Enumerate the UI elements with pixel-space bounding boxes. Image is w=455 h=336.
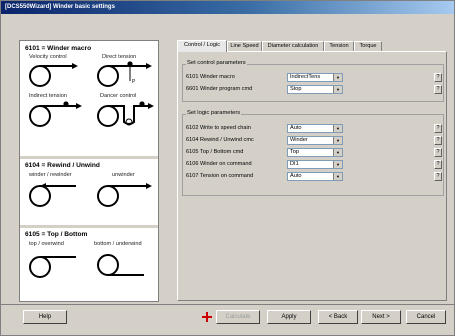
param-label-6601: 6601 Winder program cmd xyxy=(186,86,253,92)
winder-program-select[interactable]: Stop ▼ xyxy=(287,85,343,94)
select-value: Top xyxy=(290,149,300,155)
velocity-control-label: Velocity control xyxy=(29,54,67,60)
unwinder-label: unwinder xyxy=(112,172,135,178)
help-button[interactable]: Help xyxy=(23,310,67,324)
winder-rewinder-label: winder / rewinder xyxy=(29,172,72,178)
select-value: Stop xyxy=(290,86,302,92)
chevron-down-icon[interactable]: ▼ xyxy=(333,161,342,168)
cancel-button[interactable]: Cancel xyxy=(406,310,446,324)
velocity-control-diagram xyxy=(29,63,78,87)
select-value: Auto xyxy=(290,173,302,179)
winder-diagram xyxy=(29,183,76,207)
control-parameters-group xyxy=(182,64,444,102)
direct-tension-label: Direct tension xyxy=(102,54,137,60)
dancer-control-diagram xyxy=(97,101,154,127)
help-6102-button[interactable]: ? xyxy=(434,124,442,133)
help-6601-button[interactable]: ? xyxy=(434,85,442,94)
back-button[interactable]: < Back xyxy=(318,310,358,324)
indirect-tension-label: Indirect tension xyxy=(29,93,67,99)
chevron-down-icon[interactable]: ▼ xyxy=(333,149,342,156)
rewind-unwind-select[interactable]: Winder ▼ xyxy=(287,136,343,145)
tension-on-select[interactable]: Auto ▼ xyxy=(287,172,343,181)
chevron-down-icon[interactable]: ▼ xyxy=(333,125,342,132)
bottom-underwind-label: bottom / underwind xyxy=(94,241,142,247)
tab-control-logic[interactable]: Control / Logic xyxy=(177,40,227,52)
winder-on-select[interactable]: DI1 ▼ xyxy=(287,160,343,169)
feedback-letter: P xyxy=(132,79,136,85)
param-label-6102: 6102 Write to speed chain xyxy=(186,125,251,131)
window-title: [DCS550Wizard] Winder basic settings xyxy=(1,1,454,14)
help-6105-button[interactable]: ? xyxy=(434,148,442,157)
select-value: Auto xyxy=(290,125,302,131)
top-bottom-select[interactable]: Top ▼ xyxy=(287,148,343,157)
param-label-6107: 6107 Tension on command xyxy=(186,173,254,179)
select-value: IndirectTens xyxy=(290,74,321,80)
help-6107-button[interactable]: ? xyxy=(434,172,442,181)
tab-line-speed[interactable]: Line Speed xyxy=(227,41,262,51)
calculate-button[interactable]: Calculate xyxy=(216,310,260,324)
next-button[interactable]: Next > xyxy=(361,310,401,324)
section-divider xyxy=(20,225,158,228)
param-label-6106: 6106 Winder on command xyxy=(186,161,252,167)
param-label-6101: 6101 Winder macro xyxy=(186,74,235,80)
dancer-control-label: Dancer control xyxy=(100,93,137,99)
logic-group-title: Set logic parameters xyxy=(186,110,242,116)
winder-macro-select[interactable]: IndirectTens ▼ xyxy=(287,73,343,82)
section-divider xyxy=(20,156,158,159)
param-label-6104: 6104 Rewind / Unwind cmc xyxy=(186,137,254,143)
help-6104-button[interactable]: ? xyxy=(434,136,442,145)
chevron-down-icon[interactable]: ▼ xyxy=(333,173,342,180)
tab-torque[interactable]: Torque xyxy=(354,41,382,51)
chevron-down-icon[interactable]: ▼ xyxy=(333,137,342,144)
control-group-title: Set control parameters xyxy=(186,60,247,66)
chevron-down-icon[interactable]: ▼ xyxy=(333,86,342,93)
help-6106-button[interactable]: ? xyxy=(434,160,442,169)
chevron-down-icon[interactable]: ▼ xyxy=(333,74,342,81)
wizard-window: [DCS550Wizard] Winder basic settings 610… xyxy=(0,0,455,336)
help-6101-button[interactable]: ? xyxy=(434,73,442,82)
select-value: Winder xyxy=(290,137,308,143)
top-overwind-label: top / overwind xyxy=(29,241,64,247)
select-value: DI1 xyxy=(290,161,299,167)
topbottom-title: 6105 = Top / Bottom xyxy=(25,231,88,238)
apply-button[interactable]: Apply xyxy=(267,310,311,324)
indirect-tension-diagram xyxy=(29,101,82,127)
calculator-icon xyxy=(202,312,212,322)
footer-divider xyxy=(1,304,454,305)
rewind-title: 6104 = Rewind / Unwind xyxy=(25,162,100,169)
diagram-panel: 6101 = Winder macro Velocity control Dir… xyxy=(19,40,159,302)
tab-diameter-calculation[interactable]: Diameter calculation xyxy=(262,41,324,51)
macro-title: 6101 = Winder macro xyxy=(25,45,92,52)
direct-tension-diagram: P xyxy=(97,61,152,87)
tab-panel-control-logic: Set control parameters 6101 Winder macro… xyxy=(177,51,447,301)
write-speed-chain-select[interactable]: Auto ▼ xyxy=(287,124,343,133)
param-label-6105: 6105 Top / Bottom cmd xyxy=(186,149,244,155)
tab-tension[interactable]: Tension xyxy=(324,41,354,51)
underwind-diagram xyxy=(97,254,144,276)
unwinder-diagram xyxy=(97,183,152,207)
overwind-diagram xyxy=(29,256,76,278)
